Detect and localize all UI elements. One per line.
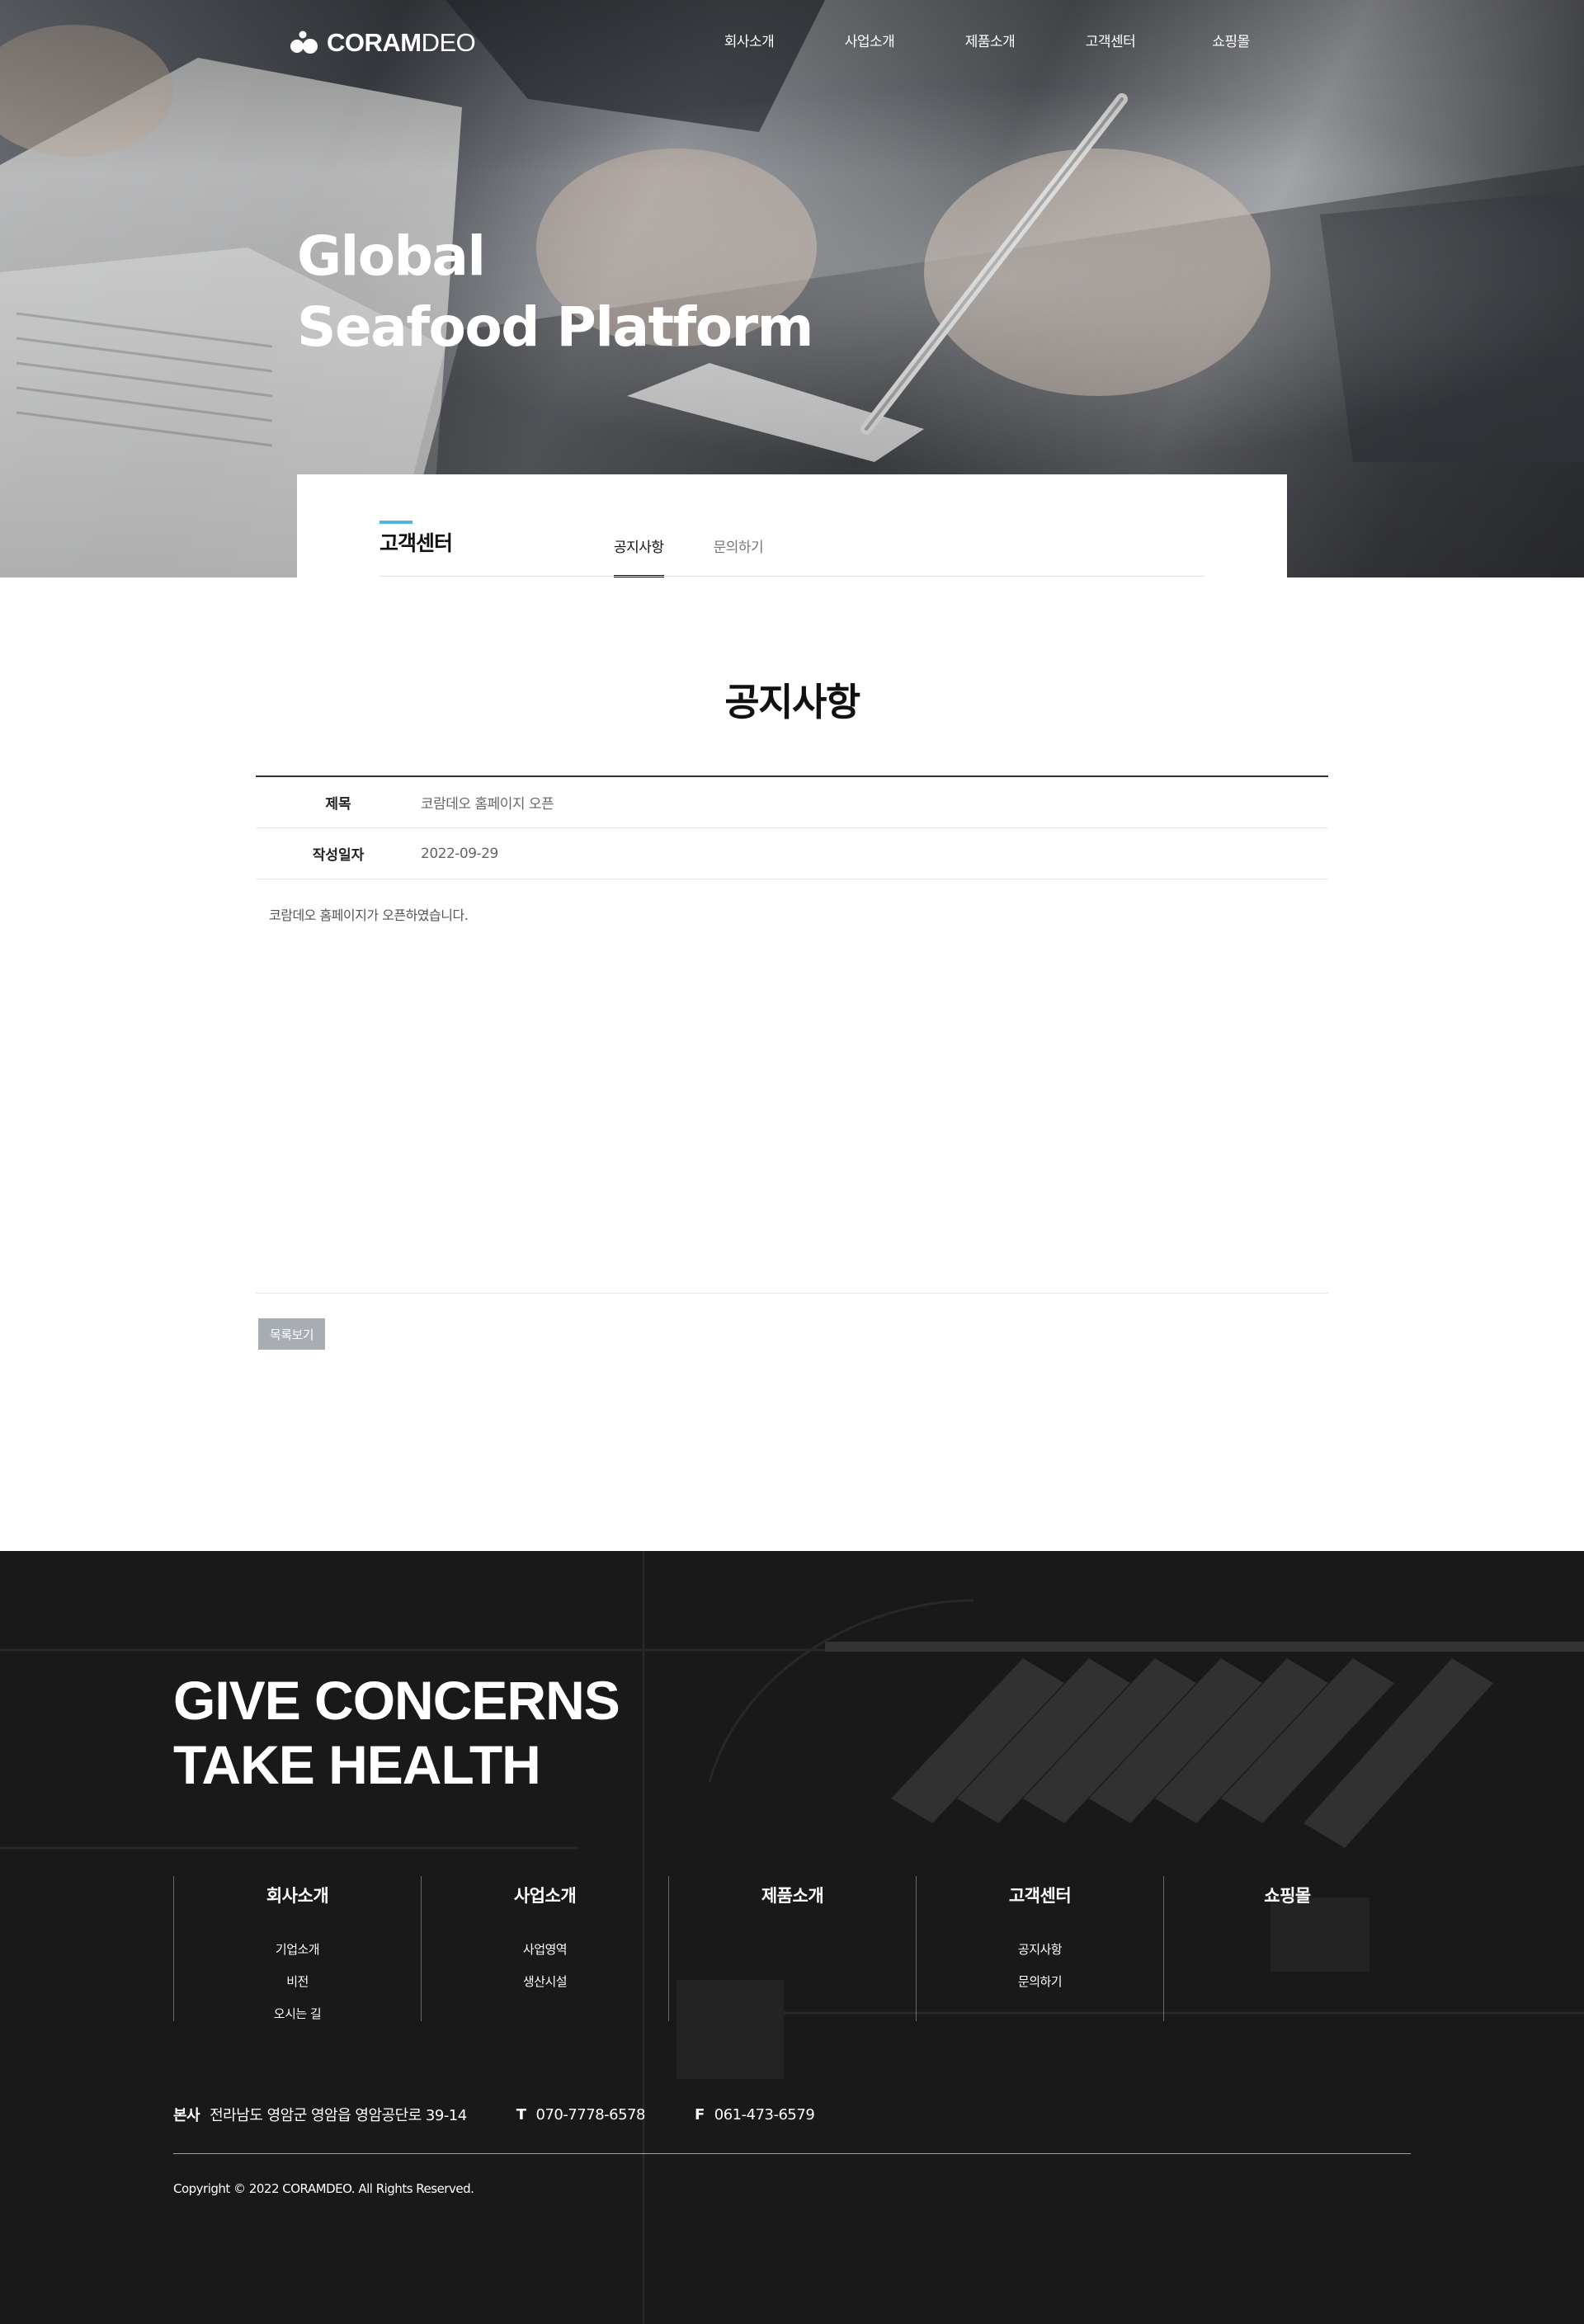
hero-banner: CORAMDEO 회사소개 사업소개 제품소개 고객센터 쇼핑몰 Global … xyxy=(0,0,1584,577)
date-label: 작성일자 xyxy=(312,847,365,864)
logo-icon xyxy=(290,31,318,54)
footer-slogan: GIVE CONCERNS TAKE HEALTH xyxy=(173,1668,620,1797)
subnav-tabs: 공지사항 문의하기 xyxy=(614,535,764,577)
footer-col-title[interactable]: 고객센터 xyxy=(917,1883,1163,1907)
fax-number: 061-473-6579 xyxy=(714,2105,815,2124)
address-text: 전라남도 영암군 영암읍 영암공단로 39-14 xyxy=(210,2107,467,2124)
address-label: 본사 xyxy=(173,2107,200,2124)
footer-col-title[interactable]: 사업소개 xyxy=(422,1883,668,1907)
footer-col-customer: 고객센터 공지사항 문의하기 xyxy=(916,1876,1163,2021)
date-value: 2022-09-29 xyxy=(421,845,498,862)
main-navigation: 회사소개 사업소개 제품소개 고객센터 쇼핑몰 xyxy=(689,30,1291,50)
footer-link-about[interactable]: 기업소개 xyxy=(174,1934,421,1966)
slogan-line1: GIVE CONCERNS xyxy=(173,1670,620,1731)
footer-contact-info: 본사 전라남도 영암군 영암읍 영암공단로 39-14 T 070-7778-6… xyxy=(173,2104,864,2125)
footer-link-facilities[interactable]: 생산시설 xyxy=(422,1966,668,1998)
footer-col-title[interactable]: 제품소개 xyxy=(669,1883,916,1907)
slogan-line2: TAKE HEALTH xyxy=(173,1734,541,1795)
tab-inquiry[interactable]: 문의하기 xyxy=(714,535,764,577)
nav-customer-center[interactable]: 고객센터 xyxy=(1050,30,1171,50)
post-body: 코람데오 홈페이지가 오픈하였습니다. xyxy=(256,879,1328,1294)
hero-title-line1: Global xyxy=(297,224,486,288)
page-title: 공지사항 xyxy=(724,680,860,724)
footer-col-title[interactable]: 회사소개 xyxy=(174,1883,421,1907)
footer-link-vision[interactable]: 비전 xyxy=(174,1966,421,1998)
logo-text: CORAMDEO xyxy=(327,28,476,57)
footer-sitemap: 회사소개 기업소개 비전 오시는 길 사업소개 사업영역 생산시설 제품소개 고… xyxy=(173,1876,1411,2021)
footer-col-products: 제품소개 xyxy=(668,1876,916,2021)
subnav-title: 고객센터 xyxy=(380,531,453,555)
tab-notice[interactable]: 공지사항 xyxy=(614,535,664,577)
footer-divider xyxy=(173,2153,1411,2154)
list-button[interactable]: 목록보기 xyxy=(258,1318,325,1350)
footer-link-business-area[interactable]: 사업영역 xyxy=(422,1934,668,1966)
subnav-accent-bar xyxy=(380,521,412,524)
notice-view: 제목 코람데오 홈페이지 오픈 작성일자 2022-09-29 코람데오 홈페이… xyxy=(256,775,1328,1294)
hero-title-line2: Seafood Platform xyxy=(297,295,813,359)
address-group: 본사 전라남도 영암군 영암읍 영암공단로 39-14 xyxy=(173,2104,467,2125)
subject-label: 제목 xyxy=(325,796,351,813)
subject-value: 코람데오 홈페이지 오픈 xyxy=(421,796,554,813)
footer-col-shop: 쇼핑몰 xyxy=(1163,1876,1411,2021)
nav-company[interactable]: 회사소개 xyxy=(689,30,809,50)
subnav-divider xyxy=(380,576,1204,577)
copyright: Copyright © 2022 CORAMDEO. All Rights Re… xyxy=(173,2181,474,2196)
site-footer: GIVE CONCERNS TAKE HEALTH 회사소개 기업소개 비전 오… xyxy=(0,1551,1584,2324)
footer-link-notice[interactable]: 공지사항 xyxy=(917,1934,1163,1966)
tel-label: T xyxy=(516,2105,526,2124)
subject-row: 제목 코람데오 홈페이지 오픈 xyxy=(256,777,1328,828)
date-row: 작성일자 2022-09-29 xyxy=(256,828,1328,879)
nav-shop[interactable]: 쇼핑몰 xyxy=(1171,30,1291,50)
hero-title: Global Seafood Platform xyxy=(297,221,813,363)
nav-products[interactable]: 제품소개 xyxy=(930,30,1050,50)
fax-label: F xyxy=(694,2105,705,2124)
nav-business[interactable]: 사업소개 xyxy=(809,30,930,50)
fax-group: F 061-473-6579 xyxy=(694,2105,815,2124)
footer-link-inquiry[interactable]: 문의하기 xyxy=(917,1966,1163,1998)
tel-number: 070-7778-6578 xyxy=(535,2105,646,2124)
footer-link-directions[interactable]: 오시는 길 xyxy=(174,1998,421,2030)
footer-col-company: 회사소개 기업소개 비전 오시는 길 xyxy=(173,1876,421,2021)
sub-navigation: 고객센터 공지사항 문의하기 xyxy=(297,474,1287,577)
tel-group: T 070-7778-6578 xyxy=(516,2105,646,2124)
footer-col-title[interactable]: 쇼핑몰 xyxy=(1164,1883,1411,1907)
footer-col-business: 사업소개 사업영역 생산시설 xyxy=(421,1876,668,2021)
site-logo[interactable]: CORAMDEO xyxy=(290,28,476,58)
